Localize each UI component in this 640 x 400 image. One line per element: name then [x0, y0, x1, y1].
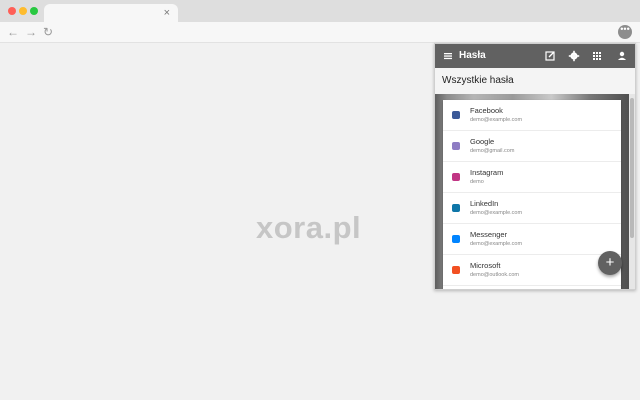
google-icon	[452, 142, 460, 150]
list-item[interactable]: Instagram demo	[443, 162, 621, 193]
browser-tab[interactable]: ×	[44, 4, 178, 22]
instagram-icon	[452, 173, 460, 181]
password-list: Facebook demo@example.com Google demo@gm…	[443, 100, 621, 289]
apps-icon[interactable]	[590, 49, 604, 63]
item-name: Google	[470, 137, 495, 146]
item-name: Microsoft	[470, 261, 501, 270]
facebook-icon	[452, 111, 460, 119]
edit-icon[interactable]	[543, 49, 557, 63]
reload-icon[interactable]: ↻	[43, 24, 53, 40]
browser-toolbar: ← → ↻ •••	[0, 22, 640, 43]
close-tab-icon[interactable]: ×	[164, 5, 170, 21]
maximize-window-dot[interactable]	[30, 7, 38, 15]
popup-scrollbar[interactable]	[629, 94, 635, 289]
item-email: demo@example.com	[470, 241, 523, 247]
list-item[interactable]: Microsoft demo@outlook.com	[443, 255, 621, 286]
account-icon[interactable]	[615, 49, 629, 63]
item-email: demo@example.com	[470, 117, 523, 123]
popup-app-bar: Hasła	[435, 44, 635, 68]
extension-popup: Hasła Wszystkie hasła Facebook demo@exam…	[434, 43, 636, 290]
forward-icon[interactable]: →	[25, 24, 37, 40]
item-name: Instagram	[470, 168, 504, 177]
item-name: Facebook	[470, 106, 503, 115]
browser-tab-strip: ×	[0, 0, 640, 22]
item-email: demo@gmail.com	[470, 148, 515, 154]
item-email: demo@outlook.com	[470, 272, 519, 278]
microsoft-icon	[452, 266, 460, 274]
list-item[interactable]: Facebook demo@example.com	[443, 100, 621, 131]
list-item[interactable]: LinkedIn demo@example.com	[443, 193, 621, 224]
close-window-dot[interactable]	[8, 7, 16, 15]
subheader-label: Wszystkie hasła	[442, 75, 514, 86]
gear-icon[interactable]	[567, 49, 581, 63]
menu-icon[interactable]	[441, 49, 455, 63]
popup-title: Hasła	[459, 50, 486, 61]
add-password-button[interactable]: +	[598, 251, 622, 275]
back-icon[interactable]: ←	[7, 24, 19, 40]
item-name: LinkedIn	[470, 199, 499, 208]
scrollbar-thumb[interactable]	[630, 98, 634, 238]
list-item[interactable]: Messenger demo@example.com	[443, 224, 621, 255]
linkedin-icon	[452, 204, 460, 212]
item-email: demo@example.com	[470, 210, 523, 216]
messenger-icon	[452, 235, 460, 243]
item-email: demo	[470, 179, 484, 185]
minimize-window-dot[interactable]	[19, 7, 27, 15]
extension-menu-icon[interactable]: •••	[618, 25, 632, 39]
list-item[interactable]: Google demo@gmail.com	[443, 131, 621, 162]
popup-subheader: Wszystkie hasła	[435, 68, 635, 95]
watermark-text: xora.pl	[256, 210, 362, 245]
item-name: Messenger	[470, 230, 508, 239]
